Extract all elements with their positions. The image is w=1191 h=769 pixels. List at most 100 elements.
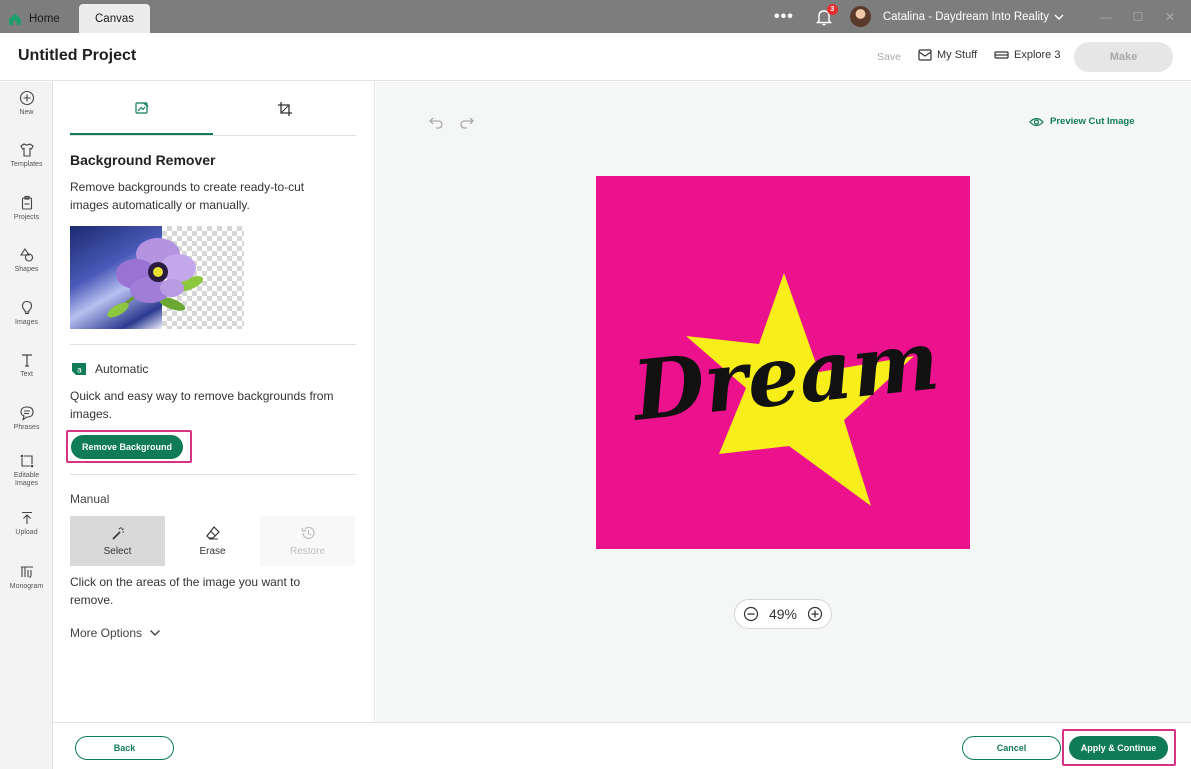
redo-icon[interactable] [459,115,475,129]
more-options-toggle[interactable]: More Options [70,626,161,640]
eye-icon [1029,117,1044,126]
background-remover-panel: Background Remover Remove backgrounds to… [53,82,375,722]
cancel-button[interactable]: Cancel [962,736,1061,760]
tab-background-remover[interactable] [70,82,213,135]
automatic-label: Automatic [95,362,149,376]
close-icon[interactable]: ✕ [1159,11,1181,23]
footer-bar: Back Cancel Apply & Continue [53,722,1191,769]
chevron-down-icon [150,630,161,636]
minimize-icon[interactable]: — [1095,11,1117,23]
chevron-down-icon[interactable] [1053,11,1065,23]
apply-continue-button[interactable]: Apply & Continue [1069,736,1168,760]
history-icon [300,526,315,539]
rail-item-monogram[interactable]: Monogram [0,564,53,591]
more-options-label: More Options [70,626,143,640]
rail-item-shapes[interactable]: Shapes [0,247,53,274]
flower-image [107,238,204,319]
rail-label: Monogram [9,583,44,590]
explore-label: Explore 3 [1014,49,1061,61]
crop-icon [277,101,292,116]
rail-label: Projects [13,214,40,221]
dream-word: Dream [627,312,944,440]
lightbulb-icon [21,300,32,315]
manual-label: Manual [70,492,110,506]
text-icon [21,354,32,367]
save-button[interactable]: Save [877,51,901,63]
panel-description: Remove backgrounds to create ready-to-cu… [70,180,305,212]
restore-tool-label: Restore [289,546,325,557]
rail-label: Text [20,371,33,378]
svg-text:a: a [77,366,82,375]
my-stuff-link[interactable]: My Stuff [918,49,977,61]
automatic-description: Quick and easy way to remove backgrounds… [70,389,334,421]
tab-home[interactable]: Home [8,4,60,33]
make-button[interactable]: Make [1074,42,1173,72]
rail-label: Shapes [14,266,39,273]
tab-crop[interactable] [213,82,356,135]
plus-circle-icon [19,90,34,106]
artwork-image[interactable]: Dream [596,176,970,549]
project-header: Untitled Project Save My Stuff Explore 3… [0,33,1191,81]
erase-tool-label: Erase [199,546,226,557]
inbox-icon [918,49,932,61]
zoom-control: 49% [734,599,832,629]
left-rail: New Templates Projects Shapes Images Tex… [0,82,53,769]
section-divider [70,474,356,475]
upload-icon [21,511,32,524]
rail-label: New [19,109,34,116]
clipboard-icon [21,195,32,210]
rail-item-text[interactable]: Text [0,352,53,379]
window-titlebar: Home Canvas ••• 3 Catalina - Daydream In… [0,0,1191,33]
avatar[interactable] [849,6,871,27]
rail-item-editable-images[interactable]: Editable Images [0,453,53,488]
erase-tool-button[interactable]: Erase [165,516,260,566]
tab-home-label: Home [29,12,60,25]
zoom-out-icon[interactable] [743,606,759,622]
rail-item-upload[interactable]: Upload [0,510,53,537]
back-button[interactable]: Back [75,736,174,760]
canvas-area: Preview Cut Image Dream 49% [376,82,1191,722]
shirt-icon [19,143,34,157]
panel-title: Background Remover [70,152,216,168]
maximize-icon[interactable]: ☐ [1127,11,1149,23]
star-dream-graphic: Dream [627,273,944,506]
remove-background-button[interactable]: Remove Background [71,435,183,459]
section-divider [70,344,356,345]
house-icon [9,13,21,25]
select-tool-label: Select [103,546,132,557]
rail-label: Upload [15,529,38,536]
rail-item-projects[interactable]: Projects [0,195,53,222]
eraser-icon [205,526,220,540]
select-tool-button[interactable]: Select [70,516,165,566]
image-edit-icon [134,101,148,114]
notification-badge: 3 [826,3,838,15]
rail-item-templates[interactable]: Templates [0,142,53,169]
rail-item-new[interactable]: New [0,90,53,117]
notifications-button[interactable]: 3 [814,3,838,27]
tab-divider [70,135,356,136]
preview-cut-image-link[interactable]: Preview Cut Image [1029,116,1134,127]
rail-label: Editable Images [13,472,40,487]
rail-label: Templates [10,161,43,168]
speech-bubble-icon [19,406,34,421]
manual-description: Click on the areas of the image you want… [70,575,301,607]
more-options-icon[interactable]: ••• [774,8,794,26]
explore-link[interactable]: Explore 3 [994,49,1060,61]
preview-cut-image-label: Preview Cut Image [1050,116,1135,127]
tab-canvas[interactable]: Canvas [79,4,150,33]
machine-icon [994,51,1009,59]
zoom-in-icon[interactable] [807,606,823,622]
editable-image-icon [20,454,33,468]
automatic-header: a Automatic [70,362,148,376]
my-stuff-label: My Stuff [937,49,978,61]
rail-item-images[interactable]: Images [0,300,53,327]
user-name[interactable]: Catalina - Daydream Into Reality [883,11,1049,23]
shapes-icon [19,248,33,262]
restore-tool-button[interactable]: Restore [260,516,355,566]
page-title: Untitled Project [18,47,137,64]
auto-remove-icon: a [72,363,86,375]
monogram-icon [20,566,33,578]
undo-icon[interactable] [428,115,444,129]
rail-item-phrases[interactable]: Phrases [0,405,53,432]
tab-canvas-label: Canvas [95,12,134,25]
